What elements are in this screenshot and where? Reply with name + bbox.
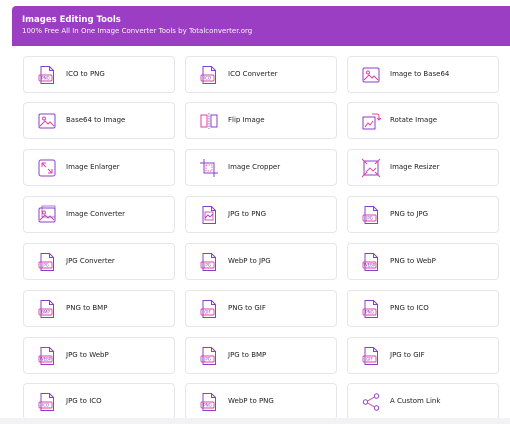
- jpg-to-ico-icon: ICO: [37, 392, 57, 412]
- tool-card-ico-converter[interactable]: ICO ICO Converter: [185, 56, 337, 93]
- tool-card-label: Image to Base64: [390, 70, 450, 78]
- tool-card-label: JPG to BMP: [228, 351, 267, 359]
- tool-card-png-to-jpg[interactable]: JPG PNG to JPG: [347, 196, 499, 233]
- tool-card-jpg-to-webp[interactable]: WEBP JPG to WebP: [23, 337, 175, 374]
- tool-card-label: JPG to PNG: [228, 210, 267, 218]
- svg-text:BMP: BMP: [41, 310, 50, 315]
- webp-to-jpg-icon: JPG: [199, 252, 219, 272]
- jpg-converter-icon: JPG: [37, 252, 57, 272]
- base64-to-image-icon: [37, 111, 57, 131]
- svg-text:ICO: ICO: [42, 403, 49, 408]
- image-to-base64-icon: [361, 65, 381, 85]
- jpg-to-bmp-icon: JPG: [199, 346, 219, 366]
- page: Images Editing Tools 100% Free All In On…: [0, 0, 510, 424]
- tool-card-label: Flip Image: [228, 116, 265, 124]
- tool-card-webp-to-png[interactable]: PNG WebP to PNG: [185, 383, 337, 420]
- webp-to-png-icon: PNG: [199, 392, 219, 412]
- tool-card-png-to-bmp[interactable]: BMP PNG to BMP: [23, 290, 175, 327]
- svg-text:GIF: GIF: [366, 357, 373, 362]
- svg-text:JPG: JPG: [203, 263, 211, 268]
- rotate-image-icon: [361, 111, 382, 131]
- tool-card-label: Image Cropper: [228, 163, 281, 171]
- tool-card-label: Image Converter: [66, 210, 126, 218]
- image-converter-icon: [37, 205, 57, 225]
- tool-card-png-to-gif[interactable]: GIF PNG to GIF: [185, 290, 337, 327]
- tool-card-label: Image Enlarger: [66, 163, 120, 171]
- svg-text:GIF: GIF: [204, 310, 211, 315]
- header-subtitle: 100% Free All In One Image Converter Too…: [22, 27, 253, 35]
- tools-header: Images Editing Tools 100% Free All In On…: [12, 6, 510, 46]
- jpg-to-webp-icon: WEBP: [37, 346, 57, 366]
- tool-card-jpg-to-ico[interactable]: ICO JPG to ICO: [23, 383, 175, 420]
- tool-card-label: Base64 to Image: [66, 116, 126, 124]
- tool-card-label: ICO to PNG: [66, 70, 105, 78]
- tool-card-image-resizer[interactable]: Image Resizer: [347, 149, 499, 186]
- tool-card-label: WebP to PNG: [228, 397, 274, 405]
- tool-card-jpg-to-png[interactable]: JPG to PNG: [185, 196, 337, 233]
- png-to-bmp-icon: BMP: [37, 299, 57, 319]
- tool-card-label: A Custom Link: [390, 397, 441, 405]
- svg-text:ICO: ICO: [204, 76, 211, 81]
- tool-card-label: JPG to WebP: [66, 351, 109, 359]
- tool-card-flip-image[interactable]: Flip Image: [185, 102, 337, 139]
- tool-card-share-link[interactable]: A Custom Link: [347, 383, 499, 420]
- tool-card-png-to-ico[interactable]: PNG PNG to ICO: [347, 290, 499, 327]
- image-resizer-icon: [361, 158, 381, 178]
- tool-card-jpg-to-bmp[interactable]: JPG JPG to BMP: [185, 337, 337, 374]
- svg-text:JPG: JPG: [365, 216, 373, 221]
- tool-card-label: PNG to ICO: [390, 304, 429, 312]
- image-enlarger-icon: [37, 158, 57, 178]
- tool-card-label: JPG to ICO: [66, 397, 102, 405]
- ico-converter-icon: ICO: [199, 65, 219, 85]
- ico-to-png-icon: PNG: [37, 65, 57, 85]
- tool-card-label: JPG to GIF: [390, 351, 425, 359]
- share-link-icon: [361, 392, 381, 412]
- svg-text:WEBP: WEBP: [364, 263, 376, 268]
- png-to-jpg-icon: JPG: [361, 205, 381, 225]
- svg-text:PNG: PNG: [41, 76, 50, 81]
- tool-card-label: ICO Converter: [228, 70, 278, 78]
- tool-card-image-converter[interactable]: Image Converter: [23, 196, 175, 233]
- tool-card-image-enlarger[interactable]: Image Enlarger: [23, 149, 175, 186]
- tool-card-label: WebP to JPG: [228, 257, 271, 265]
- tool-card-jpg-to-gif[interactable]: GIF JPG to GIF: [347, 337, 499, 374]
- svg-text:PNG: PNG: [203, 403, 212, 408]
- tool-card-ico-to-png[interactable]: PNG ICO to PNG: [23, 56, 175, 93]
- jpg-to-gif-icon: GIF: [361, 346, 381, 366]
- tool-card-base64-to-image[interactable]: Base64 to Image: [23, 102, 175, 139]
- tool-card-rotate-image[interactable]: Rotate Image: [347, 102, 499, 139]
- png-to-gif-icon: GIF: [199, 299, 219, 319]
- tool-card-image-cropper[interactable]: Image Cropper: [185, 149, 337, 186]
- png-to-ico-icon: PNG: [361, 299, 381, 319]
- tool-card-label: PNG to BMP: [66, 304, 108, 312]
- image-cropper-icon: [199, 158, 219, 178]
- tool-card-label: PNG to GIF: [228, 304, 266, 312]
- svg-text:WEBP: WEBP: [40, 357, 52, 362]
- tool-card-jpg-converter[interactable]: JPG JPG Converter: [23, 243, 175, 280]
- tool-card-image-to-base64[interactable]: Image to Base64: [347, 56, 499, 93]
- svg-text:PNG: PNG: [365, 310, 374, 315]
- svg-text:JPG: JPG: [41, 263, 49, 268]
- jpg-to-png-icon: [199, 205, 219, 225]
- tool-card-label: PNG to JPG: [390, 210, 429, 218]
- tool-card-label: Rotate Image: [390, 116, 438, 124]
- tool-card-label: Image Resizer: [390, 163, 440, 171]
- header-title: Images Editing Tools: [22, 15, 121, 25]
- tool-card-label: PNG to WebP: [390, 257, 436, 265]
- page-bottom-edge: [0, 418, 510, 424]
- tool-card-label: JPG Converter: [66, 257, 115, 265]
- tool-card-png-to-webp[interactable]: WEBP PNG to WebP: [347, 243, 499, 280]
- png-to-webp-icon: WEBP: [361, 252, 381, 272]
- tool-card-webp-to-jpg[interactable]: JPG WebP to JPG: [185, 243, 337, 280]
- svg-text:JPG: JPG: [203, 357, 211, 362]
- flip-image-icon: [199, 111, 219, 131]
